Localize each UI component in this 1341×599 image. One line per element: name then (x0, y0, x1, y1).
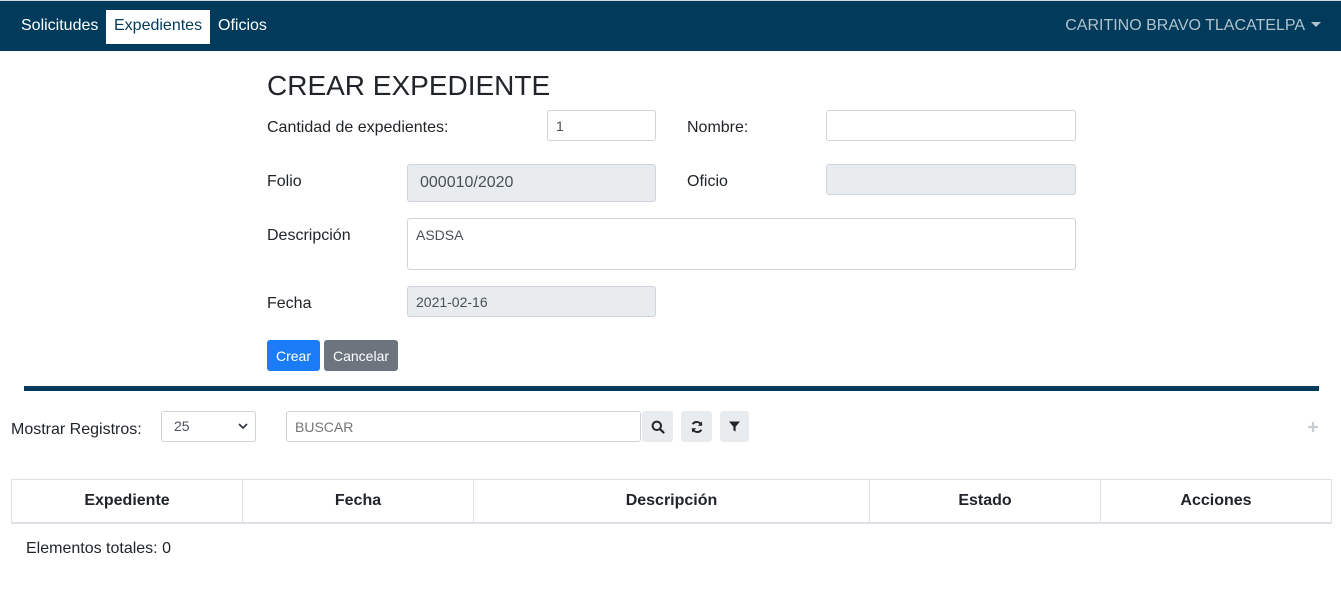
total-elements-label: Elementos totales: 0 (26, 540, 171, 557)
refresh-button[interactable] (681, 411, 712, 442)
mostrar-registros-label: Mostrar Registros: (11, 421, 142, 438)
user-name: CARITINO BRAVO TLACATELPA (1065, 17, 1305, 34)
oficio-input[interactable] (826, 164, 1076, 195)
folio-label: Folio (267, 173, 302, 190)
column-header-expediente[interactable]: Expediente (12, 480, 243, 522)
column-header-fecha[interactable]: Fecha (243, 480, 474, 522)
plus-icon (1308, 421, 1318, 432)
top-navbar: Solicitudes Expedientes Oficios CARITINO… (0, 0, 1341, 51)
search-icon (651, 420, 665, 434)
filter-button[interactable] (720, 411, 749, 442)
filter-icon (729, 421, 740, 432)
expedientes-table: Expediente Fecha Descripción Estado Acci… (11, 479, 1332, 524)
chevron-down-icon (238, 423, 248, 430)
page-title: CREAR EXPEDIENTE (267, 70, 551, 101)
cantidad-label: Cantidad de expedientes: (267, 119, 449, 136)
nav-item-solicitudes[interactable]: Solicitudes (13, 10, 106, 44)
search-input[interactable] (286, 411, 641, 442)
descripcion-label: Descripción (267, 227, 351, 244)
user-menu[interactable]: CARITINO BRAVO TLACATELPA (1065, 10, 1321, 44)
mostrar-registros-select[interactable]: 25 (161, 411, 256, 442)
crear-button[interactable]: Crear (267, 340, 320, 371)
folio-input[interactable] (407, 164, 656, 202)
column-header-estado[interactable]: Estado (870, 480, 1101, 522)
descripcion-textarea[interactable]: ASDSA (407, 218, 1076, 270)
search-button[interactable] (642, 411, 673, 442)
column-header-descripcion[interactable]: Descripción (474, 480, 870, 522)
nav-item-expedientes[interactable]: Expedientes (106, 10, 210, 44)
column-header-acciones[interactable]: Acciones (1101, 480, 1331, 522)
nombre-input[interactable] (826, 110, 1076, 141)
section-divider (24, 386, 1319, 391)
fecha-label: Fecha (267, 295, 312, 312)
refresh-icon (691, 420, 702, 433)
mostrar-registros-value: 25 (174, 418, 190, 434)
nav-item-oficios[interactable]: Oficios (210, 10, 275, 44)
cantidad-input[interactable] (547, 110, 656, 141)
add-button[interactable] (1298, 411, 1328, 442)
fecha-input[interactable] (407, 286, 656, 317)
oficio-label: Oficio (687, 173, 728, 190)
cancelar-button[interactable]: Cancelar (324, 340, 398, 371)
nombre-label: Nombre: (687, 119, 749, 136)
caret-down-icon (1311, 21, 1321, 27)
